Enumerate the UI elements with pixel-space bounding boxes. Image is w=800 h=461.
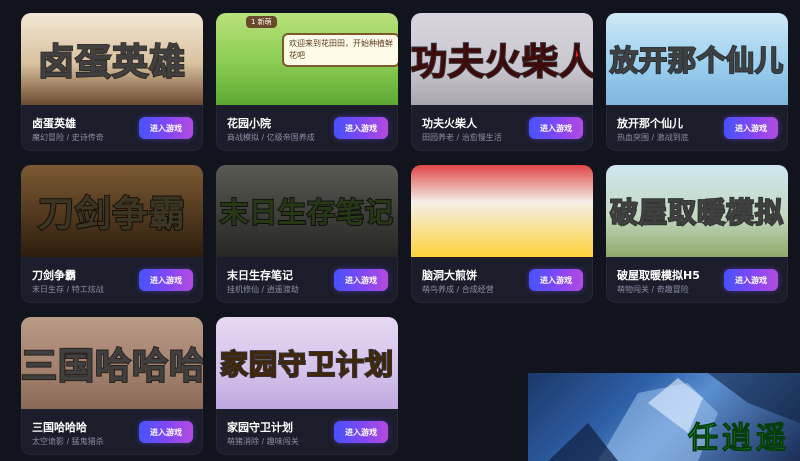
play-button[interactable]: 进入游戏 <box>139 269 193 291</box>
game-info: 末日生存笔记挂机修仙 / 逍遥渡劫 进入游戏 <box>216 257 398 303</box>
play-button[interactable]: 进入游戏 <box>334 269 388 291</box>
game-thumbnail[interactable]: 末日生存笔记 <box>216 165 398 257</box>
game-title: 放开那个仙儿 <box>617 117 683 130</box>
game-title: 家园守卫计划 <box>227 421 293 434</box>
game-card[interactable]: 刀剑争霸 刀剑争霸 末日生存 / 特工炫战 进入游戏 <box>21 165 203 303</box>
game-title: 卤蛋英雄 <box>32 117 76 130</box>
game-tags: 太空诡影 / 猛鬼猎杀 <box>32 437 104 446</box>
game-tags: 商战模拟 / 亿级帝国养成 <box>227 133 315 142</box>
game-card[interactable]: 欢迎来到花田田，开始种植鲜花吧 1 新萌花园小院商战模拟 / 亿级帝国养成 进入游戏 <box>216 13 398 151</box>
game-card[interactable]: 卤蛋英雄 卤蛋英雄 魔幻冒险 / 史诗传奇 进入游戏 <box>21 13 203 151</box>
play-button[interactable]: 进入游戏 <box>529 269 583 291</box>
game-info: 三国哈哈哈太空诡影 / 猛鬼猎杀 进入游戏 <box>21 409 203 455</box>
game-thumbnail[interactable]: 三国哈哈哈 <box>21 317 203 409</box>
game-tags: 挂机修仙 / 逍遥渡劫 <box>227 285 299 294</box>
game-thumbnail[interactable]: 破屋取暖模拟 <box>606 165 788 257</box>
play-button[interactable]: 进入游戏 <box>529 117 583 139</box>
thumbnail-title: 放开那个仙儿 <box>609 43 784 78</box>
thumbnail-title: 家园守卫计划 <box>219 347 394 382</box>
thumbnail-title: 三国哈哈哈 <box>21 345 203 388</box>
game-info: 卤蛋英雄魔幻冒险 / 史诗传奇 进入游戏 <box>21 105 203 151</box>
game-card[interactable]: 家园守卫计划 家园守卫计划 萌猪消除 / 趣味闯关 进入游戏 <box>216 317 398 455</box>
game-info: 家园守卫计划萌猪消除 / 趣味闯关 进入游戏 <box>216 409 398 455</box>
game-tags: 魔幻冒险 / 史诗传奇 <box>32 133 104 142</box>
play-button[interactable]: 进入游戏 <box>724 269 778 291</box>
play-button[interactable]: 进入游戏 <box>334 117 388 139</box>
play-button[interactable]: 进入游戏 <box>139 421 193 443</box>
game-card[interactable]: 功夫火柴人 功夫火柴人 田园养老 / 治愈慢生活 进入游戏 <box>411 13 593 151</box>
game-card[interactable]: 脑洞大煎饼萌鸟养成 / 合成经营 进入游戏 <box>411 165 593 303</box>
game-tags: 萌猪消除 / 趣味闯关 <box>227 437 299 446</box>
speech-bubble: 欢迎来到花田田，开始种植鲜花吧 <box>282 33 398 67</box>
game-thumbnail[interactable]: 欢迎来到花田田，开始种植鲜花吧 1 新萌 <box>216 13 398 105</box>
game-thumbnail[interactable]: 功夫火柴人 <box>411 13 593 105</box>
game-card[interactable]: 破屋取暖模拟破屋取暖模拟H5 萌物闯关 / 奇趣冒险 进入游戏 <box>606 165 788 303</box>
game-info: 脑洞大煎饼萌鸟养成 / 合成经营 进入游戏 <box>411 257 593 303</box>
ad-banner[interactable]: 任逍遥 <box>528 373 800 461</box>
play-button[interactable]: 进入游戏 <box>724 117 778 139</box>
game-card[interactable]: 三国哈哈哈 三国哈哈哈 太空诡影 / 猛鬼猎杀 进入游戏 <box>21 317 203 455</box>
thumbnail-title: 卤蛋英雄 <box>37 41 186 84</box>
game-tags: 热血突围 / 激战到底 <box>617 133 689 142</box>
game-tags: 末日生存 / 特工炫战 <box>32 285 104 294</box>
game-info: 放开那个仙儿热血突围 / 激战到底 进入游戏 <box>606 105 788 151</box>
thumbnail-title: 破屋取暖模拟 <box>609 195 784 230</box>
thumbnail-title: 功夫火柴人 <box>411 41 593 84</box>
game-thumbnail[interactable]: 卤蛋英雄 <box>21 13 203 105</box>
game-card[interactable]: 末日生存笔记 末日生存笔记 挂机修仙 / 逍遥渡劫 进入游戏 <box>216 165 398 303</box>
game-title: 花园小院 <box>227 117 271 130</box>
game-info: 功夫火柴人田园养老 / 治愈慢生活 进入游戏 <box>411 105 593 151</box>
game-thumbnail[interactable]: 刀剑争霸 <box>21 165 203 257</box>
game-thumbnail[interactable]: 家园守卫计划 <box>216 317 398 409</box>
thumbnail-title: 刀剑争霸 <box>37 193 186 236</box>
game-thumbnail[interactable] <box>411 165 593 257</box>
game-title: 脑洞大煎饼 <box>422 269 477 282</box>
game-title: 刀剑争霸 <box>32 269 76 282</box>
thumbnail-title: 末日生存笔记 <box>219 195 394 230</box>
play-button[interactable]: 进入游戏 <box>139 117 193 139</box>
ad-logo: 任逍遥 <box>688 421 790 457</box>
game-info: 破屋取暖模拟H5 萌物闯关 / 奇趣冒险 进入游戏 <box>606 257 788 303</box>
game-tags: 萌物闯关 / 奇趣冒险 <box>617 285 689 294</box>
game-title: 功夫火柴人 <box>422 117 477 130</box>
game-thumbnail[interactable]: 放开那个仙儿 <box>606 13 788 105</box>
game-info: 花园小院商战模拟 / 亿级帝国养成 进入游戏 <box>216 105 398 151</box>
game-title: 末日生存笔记 <box>227 269 293 282</box>
game-card[interactable]: 放开那个仙儿 放开那个仙儿 热血突围 / 激战到底 进入游戏 <box>606 13 788 151</box>
level-badge: 1 新萌 <box>246 16 277 28</box>
game-title: 三国哈哈哈 <box>32 421 87 434</box>
game-title: 破屋取暖模拟H5 <box>617 269 700 282</box>
game-info: 刀剑争霸末日生存 / 特工炫战 进入游戏 <box>21 257 203 303</box>
game-tags: 田园养老 / 治愈慢生活 <box>422 133 502 142</box>
game-tags: 萌鸟养成 / 合成经营 <box>422 285 494 294</box>
play-button[interactable]: 进入游戏 <box>334 421 388 443</box>
thumbnail-art <box>411 165 593 257</box>
